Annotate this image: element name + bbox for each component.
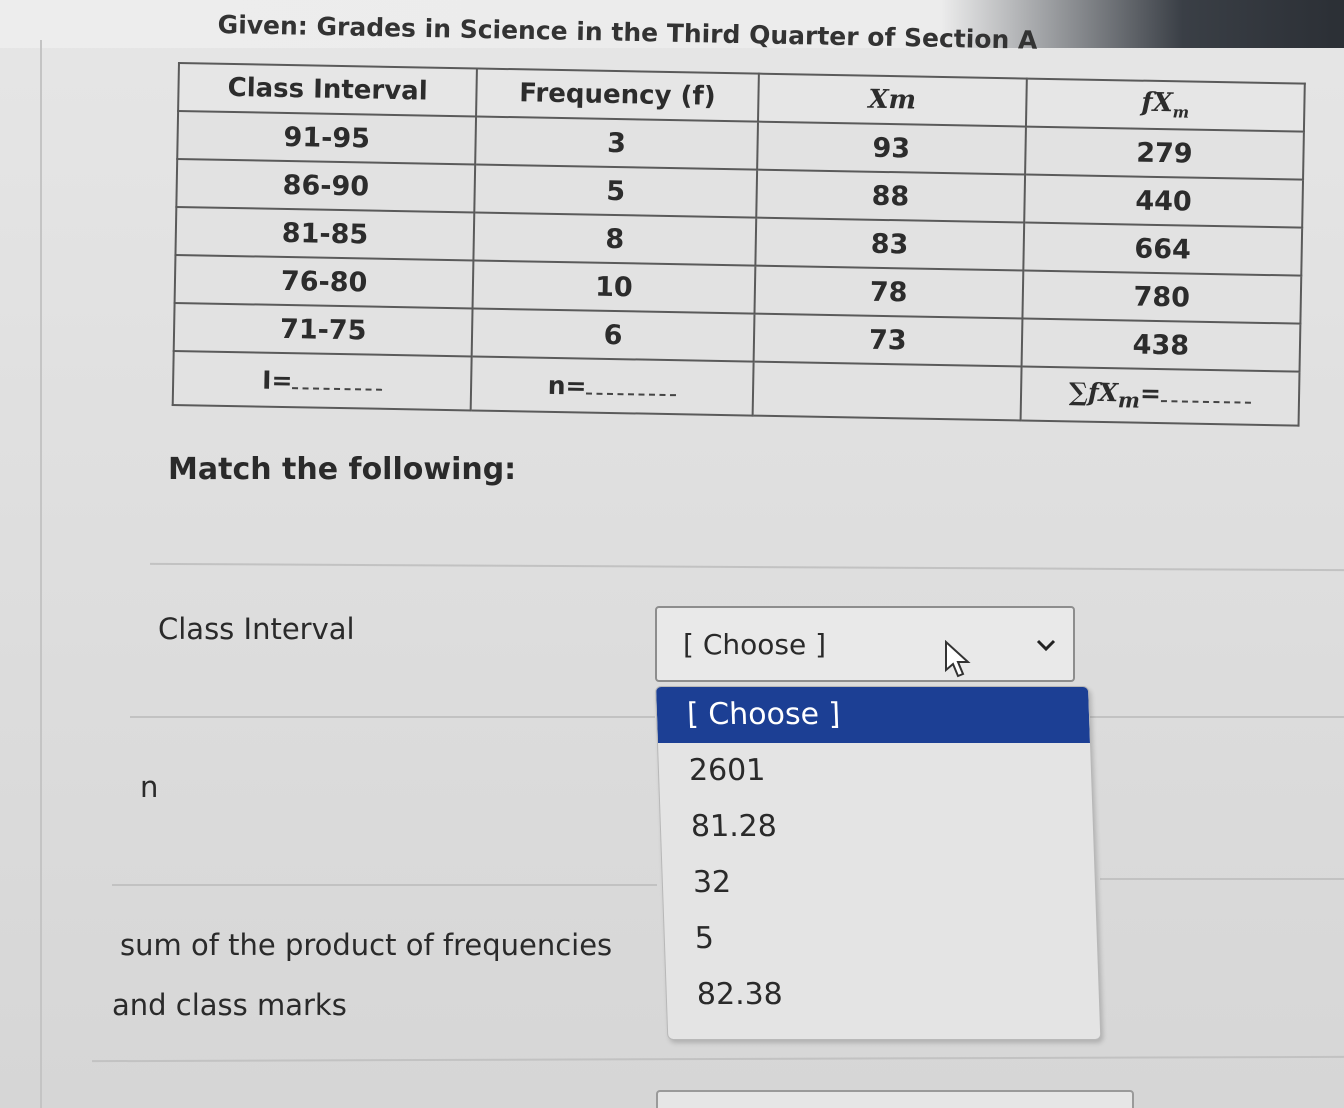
match-label-sum-line1: sum of the product of frequencies xyxy=(120,928,613,962)
cell-fxm: 279 xyxy=(1024,126,1304,180)
chevron-down-icon xyxy=(1036,639,1056,652)
footer-sum-blank xyxy=(1160,396,1251,404)
footer-empty-cell xyxy=(752,361,1022,421)
cell-fxm: 440 xyxy=(1024,174,1304,228)
match-label-class-interval: Class Interval xyxy=(158,612,355,646)
header-class-interval: Class Interval xyxy=(178,63,478,117)
divider xyxy=(92,1055,1344,1063)
footer-sum-cell: ∑fXm= xyxy=(1020,366,1300,426)
frequency-table: Class Interval Frequency (f) Xm fXm 91-9… xyxy=(171,62,1306,427)
header-fxm-x: X xyxy=(1152,88,1174,119)
match-label-sum-line2: and class marks xyxy=(112,988,347,1022)
cell-frequency: 8 xyxy=(473,212,756,266)
header-fxm: fXm xyxy=(1025,78,1305,132)
cell-interval: 71-75 xyxy=(173,302,473,357)
cell-fxm: 780 xyxy=(1022,270,1302,324)
header-frequency: Frequency (f) xyxy=(476,68,759,122)
cell-interval: 91-95 xyxy=(177,111,477,165)
cell-interval: 86-90 xyxy=(176,159,476,213)
dropdown-option-2601[interactable]: 2601 xyxy=(658,743,1092,799)
divider xyxy=(1100,878,1344,880)
footer-n-label: n= xyxy=(547,370,587,401)
sigma-symbol: ∑ xyxy=(1068,377,1089,407)
divider xyxy=(130,716,655,718)
footer-sum-f: f xyxy=(1087,377,1099,407)
dropdown-option-32[interactable]: 32 xyxy=(662,855,1096,911)
cell-interval: 81-85 xyxy=(175,206,475,261)
footer-sum-eq: = xyxy=(1139,378,1162,409)
cell-frequency: 10 xyxy=(472,260,756,314)
match-label-n: n xyxy=(140,770,159,804)
footer-sum-x: X xyxy=(1098,377,1119,408)
answer-select[interactable]: [ Choose ] xyxy=(655,606,1075,682)
page-left-edge xyxy=(40,40,42,1108)
cell-xm: 93 xyxy=(756,121,1026,175)
header-fxm-f: f xyxy=(1141,88,1153,119)
cell-fxm: 664 xyxy=(1023,222,1303,276)
cell-xm: 83 xyxy=(755,217,1025,271)
dropdown-option-5[interactable]: 5 xyxy=(664,911,1098,967)
next-select-partial[interactable] xyxy=(656,1090,1134,1108)
dropdown-option-choose[interactable]: [ Choose ] xyxy=(656,687,1090,743)
footer-i-blank xyxy=(292,382,383,391)
cell-fxm: 438 xyxy=(1021,318,1301,372)
dropdown-option-81-28[interactable]: 81.28 xyxy=(660,799,1094,855)
footer-n-cell: n= xyxy=(470,356,754,416)
footer-i-label: I= xyxy=(261,365,293,395)
footer-i-cell: I= xyxy=(172,350,472,411)
dropdown-option-82-38[interactable]: 82.38 xyxy=(666,967,1100,1023)
cell-interval: 76-80 xyxy=(174,254,474,309)
mouse-pointer-icon xyxy=(945,640,971,678)
divider xyxy=(1090,716,1344,718)
cell-frequency: 6 xyxy=(471,308,755,362)
header-xm: Xm xyxy=(757,73,1027,127)
footer-sum-sub: m xyxy=(1117,387,1141,413)
footer-n-blank xyxy=(586,388,677,396)
cell-frequency: 5 xyxy=(474,164,757,218)
header-fxm-sub: m xyxy=(1172,102,1190,123)
cell-frequency: 3 xyxy=(475,116,758,170)
dropdown-list: [ Choose ] 2601 81.28 32 5 82.38 xyxy=(655,686,1102,1040)
cell-xm: 88 xyxy=(755,169,1025,223)
cell-xm: 78 xyxy=(754,265,1024,319)
match-heading: Match the following: xyxy=(168,452,517,487)
cell-xm: 73 xyxy=(753,313,1023,367)
divider xyxy=(150,562,1344,572)
divider xyxy=(112,884,657,886)
screen: Given: Grades in Science in the Third Qu… xyxy=(0,0,1344,1108)
select-value: [ Choose ] xyxy=(683,628,827,661)
